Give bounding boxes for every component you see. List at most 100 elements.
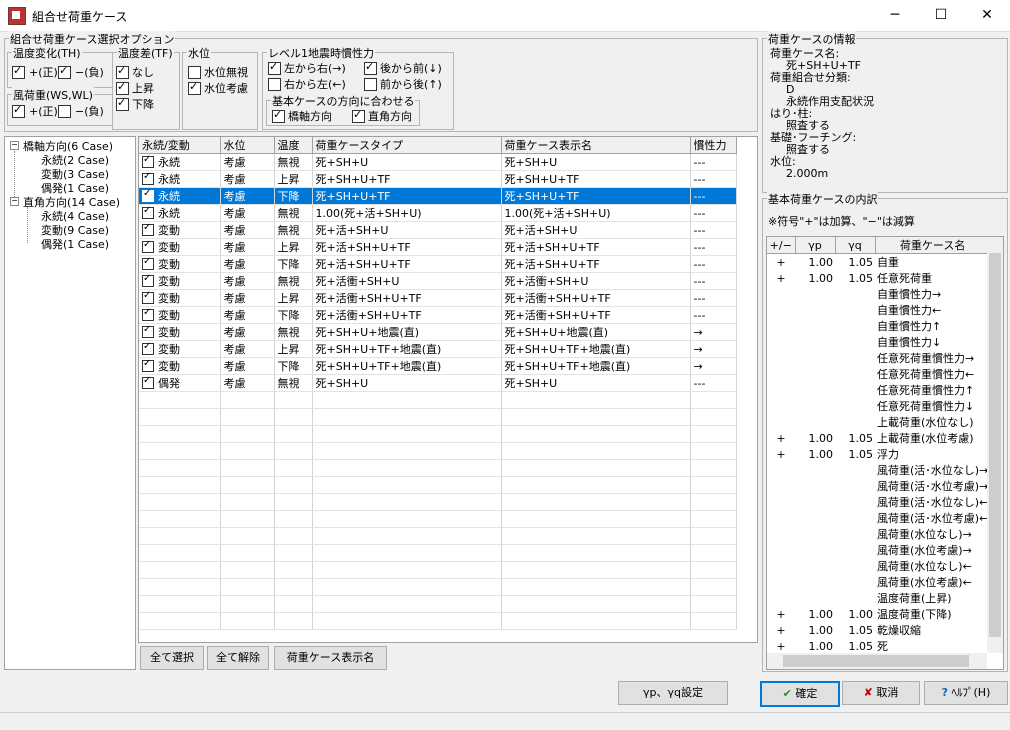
table-row[interactable]: 永続考慮上昇死+SH+U+TF死+SH+U+TF--- xyxy=(139,170,737,188)
list-item[interactable]: 自重慣性力← xyxy=(767,302,990,318)
row-checkbox-cell[interactable]: 永続 xyxy=(139,204,221,222)
base-hscroll-thumb[interactable] xyxy=(783,655,969,667)
row-checkbox-cell[interactable]: 変動 xyxy=(139,340,221,358)
seismic-bf-checkbox[interactable] xyxy=(364,60,377,75)
row-checkbox[interactable] xyxy=(142,375,154,389)
list-item[interactable]: 風荷重(水位考慮)← xyxy=(767,574,990,590)
list-item[interactable]: 自重慣性力↓ xyxy=(767,334,990,350)
list-item[interactable]: +1.00 1.05 死 xyxy=(767,638,990,654)
select-all-button[interactable]: 全て選択 xyxy=(140,646,204,670)
row-checkbox-cell[interactable]: 変動 xyxy=(139,323,221,341)
temp-minus-checkbox[interactable] xyxy=(58,64,71,79)
list-item[interactable]: 上載荷重(水位なし) xyxy=(767,414,990,430)
table-row[interactable]: 永続考慮無視1.00(死+活+SH+U)1.00(死+活+SH+U)--- xyxy=(139,204,737,222)
table-row[interactable]: 永続考慮下降死+SH+U+TF死+SH+U+TF--- xyxy=(139,187,737,205)
list-item[interactable]: 自重慣性力→ xyxy=(767,286,990,302)
table-row[interactable]: 変動考慮下降死+活+SH+U+TF死+活+SH+U+TF--- xyxy=(139,255,737,273)
table-row[interactable]: 変動考慮上昇死+活衝+SH+U+TF死+活衝+SH+U+TF--- xyxy=(139,289,737,307)
table-row[interactable]: 偶発考慮無視死+SH+U死+SH+U--- xyxy=(139,374,737,392)
row-checkbox-cell[interactable]: 変動 xyxy=(139,289,221,307)
base-col-header[interactable]: γq xyxy=(835,237,876,254)
table-row[interactable]: 変動考慮無視死+活衝+SH+U死+活衝+SH+U--- xyxy=(139,272,737,290)
row-checkbox-cell[interactable]: 変動 xyxy=(139,306,221,324)
list-item[interactable]: +1.00 1.05 自重 xyxy=(767,254,990,271)
display-name-button[interactable]: 荷重ケース表示名 xyxy=(274,646,387,670)
table-row[interactable]: 変動考慮無視死+活+SH+U死+活+SH+U--- xyxy=(139,221,737,239)
list-item[interactable]: 任意死荷重慣性力↑ xyxy=(767,382,990,398)
list-item[interactable]: +1.00 1.05 任意死荷重 xyxy=(767,270,990,286)
deselect-all-button[interactable]: 全て解除 xyxy=(207,646,269,670)
row-checkbox-cell[interactable]: 変動 xyxy=(139,357,221,375)
row-checkbox[interactable] xyxy=(142,239,154,253)
list-item[interactable]: +1.00 1.05 乾燥収縮 xyxy=(767,622,990,638)
row-checkbox[interactable] xyxy=(142,273,154,287)
row-checkbox[interactable] xyxy=(142,188,154,202)
temp-diff-fall-checkbox[interactable] xyxy=(116,96,129,111)
list-item[interactable]: 風荷重(水位考慮)→ xyxy=(767,542,990,558)
row-checkbox[interactable] xyxy=(142,358,154,372)
row-checkbox-cell[interactable]: 変動 xyxy=(139,272,221,290)
row-checkbox-cell[interactable]: 変動 xyxy=(139,238,221,256)
row-checkbox[interactable] xyxy=(142,205,154,219)
row-checkbox-cell[interactable]: 変動 xyxy=(139,255,221,273)
list-item[interactable]: 風荷重(活･水位なし)→ xyxy=(767,462,990,478)
temp-diff-none-checkbox[interactable] xyxy=(116,64,129,79)
seismic-rl-checkbox[interactable] xyxy=(268,78,281,91)
list-item[interactable]: 風荷重(活･水位なし)← xyxy=(767,494,990,510)
seismic-fb-checkbox[interactable] xyxy=(364,78,377,91)
base-vertical-scrollbar[interactable] xyxy=(987,237,1003,653)
list-item[interactable]: 風荷重(水位なし)→ xyxy=(767,526,990,542)
table-row[interactable]: 変動考慮上昇死+活+SH+U+TF死+活+SH+U+TF--- xyxy=(139,238,737,256)
row-checkbox[interactable] xyxy=(142,324,154,338)
list-item[interactable]: 風荷重(活･水位考慮)← xyxy=(767,510,990,526)
table-row[interactable]: 変動考慮上昇死+SH+U+TF+地震(直)死+SH+U+TF+地震(直)→ xyxy=(139,340,737,358)
cancel-button[interactable]: ✘ 取消 xyxy=(842,681,920,705)
minimize-button[interactable]: ─ xyxy=(872,0,918,31)
maximize-button[interactable]: ☐ xyxy=(918,0,964,31)
tree-collapse-icon[interactable]: − xyxy=(10,141,19,150)
row-checkbox[interactable] xyxy=(142,154,154,168)
water-ignore-checkbox[interactable] xyxy=(188,66,201,79)
table-row[interactable]: 変動考慮下降死+活衝+SH+U+TF死+活衝+SH+U+TF--- xyxy=(139,306,737,324)
row-checkbox-cell[interactable]: 永続 xyxy=(139,153,221,171)
grid-col-header[interactable]: 慣性力 xyxy=(690,137,737,154)
temp-diff-rise-checkbox[interactable] xyxy=(116,80,129,95)
list-item[interactable]: 任意死荷重慣性力← xyxy=(767,366,990,382)
gamma-settings-button[interactable]: γp、γq設定 xyxy=(618,681,728,705)
list-item[interactable]: 風荷重(水位なし)← xyxy=(767,558,990,574)
seismic-lr-checkbox[interactable] xyxy=(268,60,281,75)
row-checkbox-cell[interactable]: 変動 xyxy=(139,221,221,239)
table-row[interactable]: 変動考慮無視死+SH+U+地震(直)死+SH+U+地震(直)→ xyxy=(139,323,737,341)
list-item[interactable]: 任意死荷重慣性力→ xyxy=(767,350,990,366)
list-item[interactable]: +1.00 1.05 浮力 xyxy=(767,446,990,462)
row-checkbox-cell[interactable]: 偶発 xyxy=(139,374,221,392)
row-checkbox[interactable] xyxy=(142,307,154,321)
base-dir-bridge-checkbox[interactable] xyxy=(272,108,285,123)
grid-col-header[interactable]: 水位 xyxy=(220,137,275,154)
wind-minus-checkbox[interactable] xyxy=(58,105,71,118)
list-item[interactable]: 自重慣性力↑ xyxy=(767,318,990,334)
base-horizontal-scrollbar[interactable] xyxy=(767,653,987,669)
base-col-header[interactable]: +/− xyxy=(767,237,796,254)
row-checkbox[interactable] xyxy=(142,256,154,270)
list-item[interactable]: 風荷重(活･水位考慮)→ xyxy=(767,478,990,494)
grid-col-header[interactable]: 荷重ケースタイプ xyxy=(312,137,502,154)
base-scroll-thumb[interactable] xyxy=(989,253,1001,637)
list-item[interactable]: 温度荷重(上昇) xyxy=(767,590,990,606)
ok-button[interactable]: ✔ 確定 xyxy=(760,681,840,707)
grid-col-header[interactable]: 永続/変動 xyxy=(139,137,221,154)
row-checkbox-cell[interactable]: 永続 xyxy=(139,187,221,205)
row-checkbox-cell[interactable]: 永続 xyxy=(139,170,221,188)
tree-node-perp-accidental[interactable]: 偶発(1 Case) xyxy=(41,236,109,252)
grid-col-header[interactable]: 温度 xyxy=(274,137,313,154)
grid-col-header[interactable]: 荷重ケース表示名 xyxy=(501,137,691,154)
tree-collapse-icon[interactable]: − xyxy=(10,197,19,206)
table-row[interactable]: 変動考慮下降死+SH+U+TF+地震(直)死+SH+U+TF+地震(直)→ xyxy=(139,357,737,375)
close-button[interactable]: ✕ xyxy=(964,0,1010,31)
list-item[interactable]: +1.00 1.00 温度荷重(下降) xyxy=(767,606,990,622)
row-checkbox[interactable] xyxy=(142,171,154,185)
row-checkbox[interactable] xyxy=(142,222,154,236)
list-item[interactable]: 任意死荷重慣性力↓ xyxy=(767,398,990,414)
water-consider-checkbox[interactable] xyxy=(188,80,201,95)
base-col-header[interactable]: 荷重ケース名 xyxy=(875,237,991,254)
